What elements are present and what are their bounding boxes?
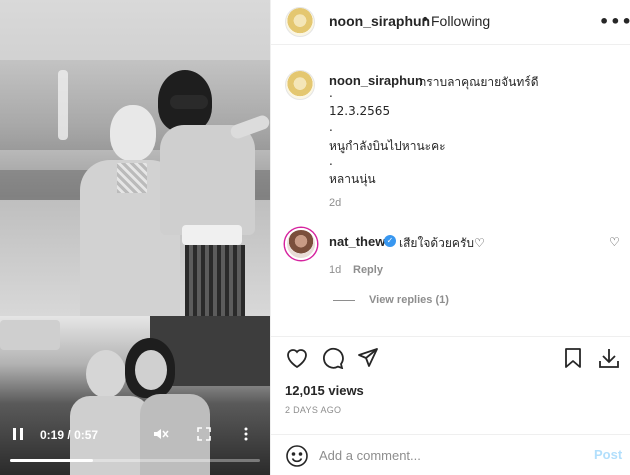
fullscreen-button[interactable]: [197, 427, 211, 445]
send-icon: [358, 348, 378, 367]
smiley-icon: [286, 445, 308, 467]
comment-username[interactable]: nat_thew: [329, 234, 385, 249]
emoji-button[interactable]: [285, 444, 309, 472]
add-comment-bar: Post: [271, 434, 630, 475]
video-time: 0:19 / 0:57: [40, 428, 98, 442]
post-button[interactable]: Post: [594, 447, 622, 462]
comment-avatar[interactable]: [285, 228, 317, 260]
verified-badge-icon: ✓: [384, 235, 396, 247]
caption-line: 12.3.2565: [329, 104, 391, 118]
post-media[interactable]: 0:19 / 0:57: [0, 0, 270, 475]
caption-line: .: [329, 154, 333, 168]
comment-input[interactable]: [319, 443, 579, 467]
comments-section: noon_siraphun กราบลาคุณยายจันทร์ดี . 12.…: [271, 46, 630, 336]
bookmark-icon: [565, 348, 581, 368]
more-options-icon[interactable]: •••: [599, 12, 630, 31]
fullscreen-icon: [197, 427, 211, 441]
video-progress-bar[interactable]: [10, 459, 260, 462]
video-duration: 0:57: [74, 428, 99, 442]
caption-username[interactable]: noon_siraphun: [329, 73, 423, 88]
caption-line: หนูกำลังบินไปหานะคะ: [329, 139, 446, 153]
comment-like-icon[interactable]: ♡: [609, 235, 620, 249]
video-progress-fill: [10, 459, 94, 462]
video-options-button[interactable]: [243, 427, 249, 445]
muted-speaker-icon: [154, 429, 169, 439]
reply-button[interactable]: Reply: [353, 264, 383, 276]
post-date: 2 DAYS AGO: [285, 405, 342, 415]
caption-line: .: [329, 86, 333, 100]
video-time-separator: /: [67, 428, 71, 442]
header-username[interactable]: noon_siraphun: [329, 13, 430, 29]
avatar[interactable]: [285, 7, 315, 37]
pause-button[interactable]: [12, 427, 24, 445]
post-details-pane: noon_siraphun • Following ••• noon_sirap…: [270, 0, 630, 475]
download-icon: [599, 349, 619, 368]
caption-line: กราบลาคุณยายจันทร์ดี: [419, 75, 539, 89]
comment-bubble-icon: [323, 347, 344, 370]
header-separator: •: [421, 12, 430, 28]
heart-icon: [287, 349, 307, 369]
caption-time: 2d: [329, 197, 342, 209]
comment-time: 1d: [329, 264, 342, 276]
following-button[interactable]: Following: [431, 13, 490, 29]
view-replies-button[interactable]: View replies (1): [369, 294, 449, 306]
caption-line: .: [329, 120, 333, 134]
like-button[interactable]: [285, 347, 309, 373]
pause-icon: [13, 428, 23, 440]
mute-button[interactable]: [153, 427, 169, 445]
post-header: noon_siraphun • Following •••: [271, 0, 630, 45]
comment-button[interactable]: [321, 347, 345, 373]
video-controls: 0:19 / 0:57: [0, 418, 270, 475]
caption-avatar[interactable]: [285, 70, 315, 100]
download-button[interactable]: [598, 347, 620, 373]
post-actions-bar: [271, 336, 630, 380]
view-count[interactable]: 12,015 views: [285, 383, 364, 398]
view-replies-divider: [333, 300, 355, 301]
caption-line: หลานนุ่น: [329, 172, 376, 186]
post-photo-top: [0, 0, 270, 316]
save-button[interactable]: [564, 347, 582, 373]
comment-text: เสียใจด้วยครับ♡: [399, 236, 485, 250]
video-current-time: 0:19: [40, 428, 65, 442]
share-button[interactable]: [357, 347, 379, 373]
vertical-dots-icon: [244, 427, 248, 441]
